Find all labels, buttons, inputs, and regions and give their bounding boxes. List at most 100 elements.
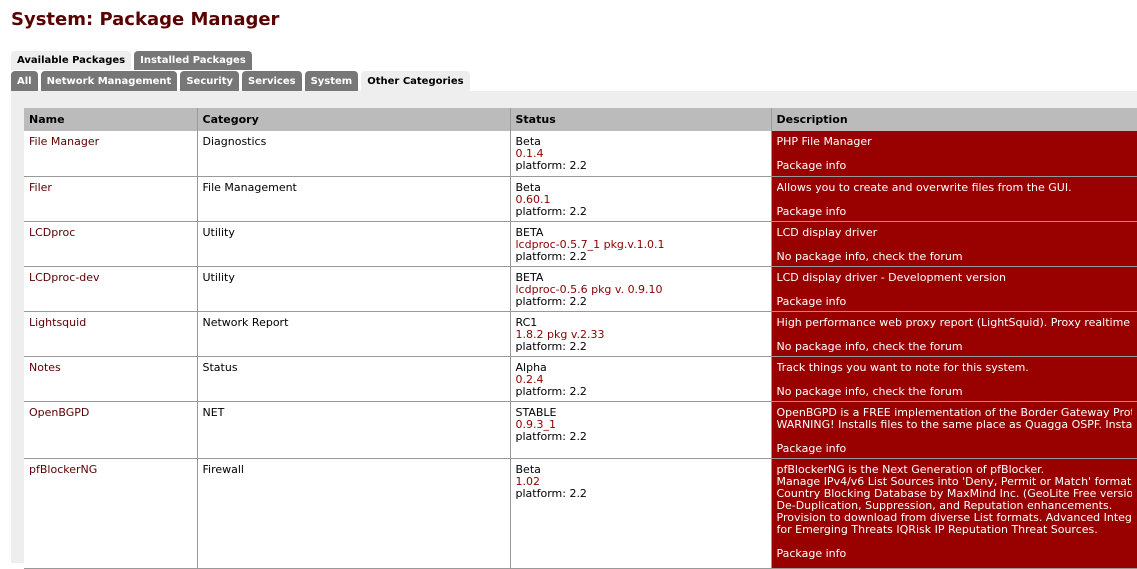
description-line: LCD display driver <box>776 226 878 239</box>
description-line: PHP File Manager <box>776 136 872 148</box>
package-info-link[interactable]: No package info, check the forum <box>777 250 1132 263</box>
package-version: lcdproc-0.5.6 pkg v. 0.9.10 <box>515 282 663 296</box>
status-label: Beta <box>515 462 541 476</box>
package-category: NET <box>197 401 511 459</box>
package-platform: platform: 2.2 <box>515 384 587 398</box>
package-status: Alpha 0.2.4 platform: 2.2 <box>510 356 772 402</box>
package-status: RC1 1.8.2 pkg v.2.33 platform: 2.2 <box>510 311 772 357</box>
package-platform: platform: 2.2 <box>515 294 587 308</box>
package-name-link[interactable]: Filer <box>24 176 198 222</box>
package-version: lcdproc-0.5.7_1 pkg.v.1.0.1 <box>515 237 665 251</box>
description-line: Manage IPv4/v6 List Sources into 'Deny, … <box>776 475 1132 488</box>
tab-installed-packages[interactable]: Installed Packages <box>134 51 252 70</box>
package-version: 0.9.3_1 <box>515 417 557 431</box>
package-info-link[interactable]: Package info <box>777 295 1132 308</box>
package-info-link[interactable]: No package info, check the forum <box>777 385 1132 398</box>
package-description: pfBlockerNG is the Next Generation of pf… <box>771 458 1137 569</box>
page-title: System: Package Manager <box>11 9 280 30</box>
description-line: WARNING! Installs files to the same plac… <box>776 418 1132 431</box>
package-info-link[interactable]: No package info, check the forum <box>777 340 1132 353</box>
status-label: Beta <box>515 135 541 148</box>
package-version: 1.02 <box>515 474 541 488</box>
status-label: RC1 <box>515 315 538 329</box>
package-description: Track things you want to note for this s… <box>771 356 1137 402</box>
description-line: Country Blocking Database by MaxMind Inc… <box>776 487 1132 500</box>
package-category: File Management <box>197 176 511 222</box>
description-line: Track things you want to note for this s… <box>776 361 1029 374</box>
package-category: Status <box>197 356 511 402</box>
tab-other-categories[interactable]: Other Categories <box>361 71 470 91</box>
tab-available-packages[interactable]: Available Packages <box>11 51 132 70</box>
package-status: BETA lcdproc-0.5.6 pkg v. 0.9.10 platform:… <box>510 266 772 312</box>
table-row: LCDproc-dev Utility BETA lcdproc-0.5.6 pkg … <box>24 266 1137 312</box>
package-info-link[interactable]: Package info <box>777 160 1132 172</box>
tab-security[interactable]: Security <box>180 71 240 91</box>
col-header-description[interactable]: Description <box>771 108 1137 131</box>
package-status: Beta 0.60.1 platform: 2.2 <box>510 176 772 222</box>
package-category: Diagnostics <box>197 131 511 177</box>
package-name-link[interactable]: LCDproc-dev <box>24 266 198 312</box>
package-info-link[interactable]: Package info <box>777 547 1132 560</box>
description-line: LCD display driver - Development version <box>776 271 1007 284</box>
table-row: LCDproc Utility BETA lcdproc-0.5.7_1 pkg.v.… <box>24 221 1137 267</box>
packages-table-body: File Manager Diagnostics Beta 0.1.4 platform… <box>24 131 1137 569</box>
table-row: Notes Status Alpha 0.2.4 platform: 2.2 Track … <box>24 356 1137 402</box>
col-header-category[interactable]: Category <box>197 108 511 131</box>
package-name-link[interactable]: Lightsquid <box>24 311 198 357</box>
package-description: LCD display driver No package info, check… <box>771 221 1137 267</box>
category-tabs: All Network Management Security Services… <box>11 71 470 91</box>
package-platform: platform: 2.2 <box>515 249 587 263</box>
package-description: LCD display driver - Development version… <box>771 266 1137 312</box>
description-line: Provision to download from diverse List … <box>776 511 1132 524</box>
status-label: BETA <box>515 270 544 284</box>
package-category: Utility <box>197 266 511 312</box>
package-platform: platform: 2.2 <box>515 429 587 443</box>
table-row: File Manager Diagnostics Beta 0.1.4 platform… <box>24 131 1137 177</box>
status-label: STABLE <box>515 405 557 419</box>
tab-system[interactable]: System <box>304 71 359 91</box>
package-name-link[interactable]: pfBlockerNG <box>24 458 198 569</box>
status-label: Alpha <box>515 360 547 374</box>
package-name-link[interactable]: Notes <box>24 356 198 402</box>
package-version: 0.60.1 <box>515 192 551 206</box>
description-line: for Emerging Threats IQRisk IP Reputatio… <box>776 523 1098 536</box>
package-platform: platform: 2.2 <box>515 204 587 218</box>
table-row: OpenBGPD NET STABLE 0.9.3_1 platform: 2.2 Ope… <box>24 401 1137 459</box>
description-line: High performance web proxy report (Light… <box>776 316 1132 329</box>
package-info-link[interactable]: Package info <box>777 442 1132 455</box>
tab-all[interactable]: All <box>11 71 38 91</box>
package-category: Network Report <box>197 311 511 357</box>
package-name-link[interactable]: File Manager <box>24 131 198 177</box>
package-name-link[interactable]: LCDproc <box>24 221 198 267</box>
package-description: Allows you to create and overwrite files… <box>771 176 1137 222</box>
col-header-status[interactable]: Status <box>510 108 772 131</box>
table-row: Lightsquid Network Report RC1 1.8.2 pkg v.2… <box>24 311 1137 357</box>
package-status: Beta 0.1.4 platform: 2.2 <box>510 131 772 177</box>
col-header-name[interactable]: Name <box>24 108 198 131</box>
package-status: Beta 1.02 platform: 2.2 <box>510 458 772 569</box>
package-name-link[interactable]: OpenBGPD <box>24 401 198 459</box>
description-line: pfBlockerNG is the Next Generation of pf… <box>776 463 1045 476</box>
package-status: STABLE 0.9.3_1 platform: 2.2 <box>510 401 772 459</box>
package-tabs: Available Packages Installed Packages <box>11 51 252 70</box>
description-line: De-Duplication, Suppression, and Reputat… <box>776 499 1113 512</box>
status-label: BETA <box>515 225 544 239</box>
package-category: Utility <box>197 221 511 267</box>
package-info-link[interactable]: Package info <box>777 205 1132 218</box>
package-description: High performance web proxy report (Light… <box>771 311 1137 357</box>
package-category: Firewall <box>197 458 511 569</box>
tab-network-management[interactable]: Network Management <box>40 71 178 91</box>
description-line: OpenBGPD is a FREE implementation of the… <box>776 406 1132 419</box>
tab-services[interactable]: Services <box>242 71 302 91</box>
status-label: Beta <box>515 180 541 194</box>
table-row: Filer File Management Beta 0.60.1 platform: … <box>24 176 1137 222</box>
package-description: OpenBGPD is a FREE implementation of the… <box>771 401 1137 459</box>
package-platform: platform: 2.2 <box>515 486 587 500</box>
package-version: 0.2.4 <box>515 372 544 386</box>
table-row: pfBlockerNG Firewall Beta 1.02 platform: 2.2… <box>24 458 1137 569</box>
package-version: 1.8.2 pkg v.2.33 <box>515 327 605 341</box>
package-status: BETA lcdproc-0.5.7_1 pkg.v.1.0.1 platform:… <box>510 221 772 267</box>
package-platform: platform: 2.2 <box>515 339 587 353</box>
description-line: Allows you to create and overwrite files… <box>776 181 1072 194</box>
table-header-row: Name Category Status Description <box>24 108 1137 131</box>
